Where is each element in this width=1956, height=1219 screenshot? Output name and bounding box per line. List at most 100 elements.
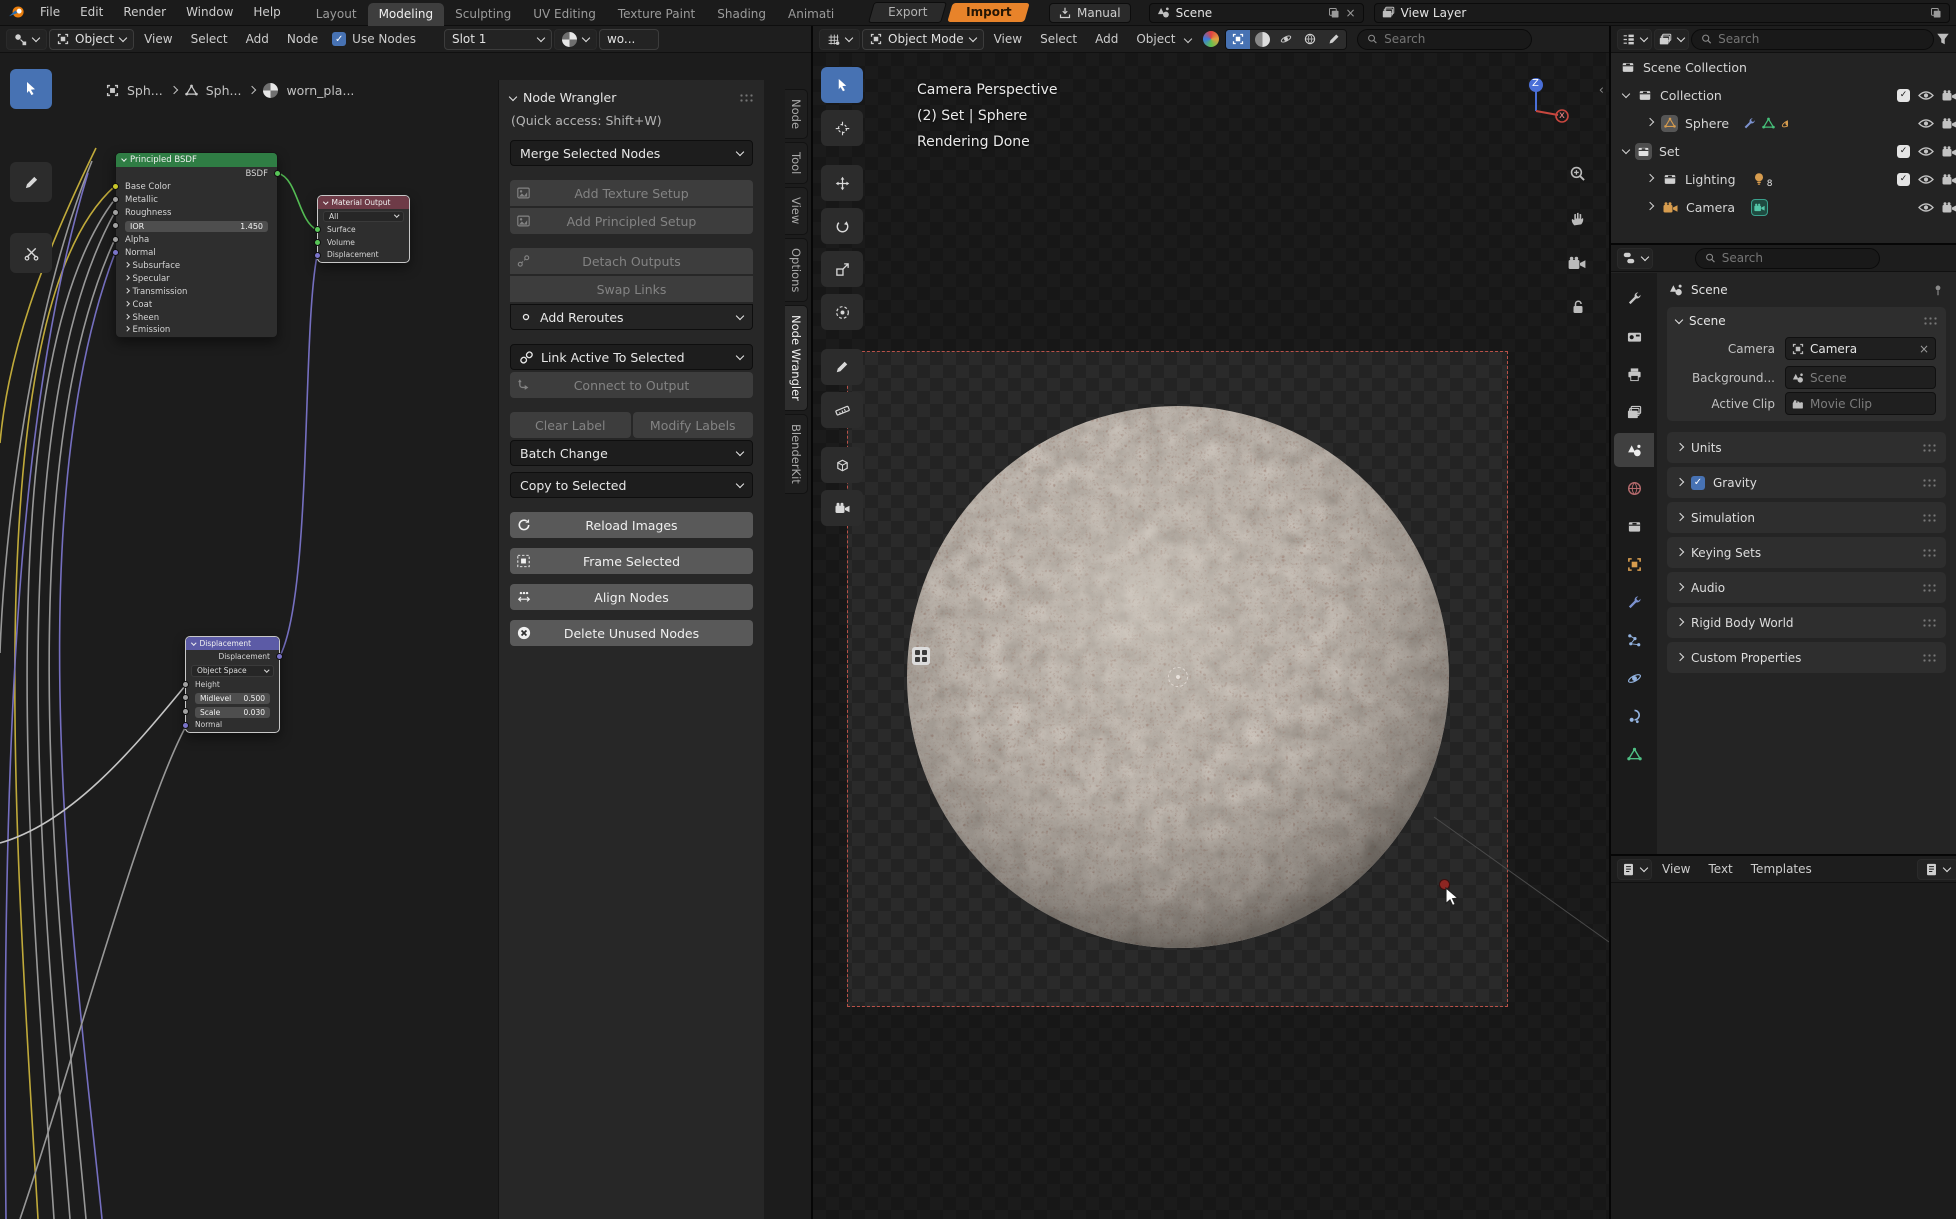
tab-scene[interactable] bbox=[1614, 433, 1654, 467]
panel-sheen[interactable]: Sheen bbox=[116, 311, 277, 324]
viewport-menu-select[interactable]: Select bbox=[1032, 32, 1085, 46]
workspace-tab-animation[interactable]: Animati bbox=[777, 3, 845, 26]
pan-hand-icon[interactable] bbox=[1569, 210, 1586, 227]
displacement-space-dropdown[interactable]: Object Space bbox=[191, 665, 274, 677]
link-active-to-selected-dropdown[interactable]: Link Active To Selected bbox=[510, 344, 753, 370]
editor-divider[interactable] bbox=[1611, 854, 1956, 856]
new-view-layer-icon[interactable] bbox=[1930, 7, 1942, 19]
swap-links-button[interactable]: Swap Links bbox=[510, 276, 753, 302]
merge-selected-nodes-dropdown[interactable]: Merge Selected Nodes bbox=[510, 140, 753, 166]
material-preview-icon[interactable] bbox=[1203, 31, 1219, 47]
panel-specular[interactable]: Specular bbox=[116, 272, 277, 285]
workspace-tab-shading[interactable]: Shading bbox=[706, 3, 777, 26]
socket-ior[interactable] bbox=[112, 222, 119, 229]
tab-collection[interactable] bbox=[1614, 509, 1654, 543]
slot-dropdown[interactable]: Slot 1 bbox=[444, 29, 552, 50]
editor-divider[interactable] bbox=[1609, 26, 1611, 1219]
add-cube-tool[interactable] bbox=[821, 447, 863, 483]
panel-keying-sets[interactable]: Keying Sets bbox=[1667, 537, 1946, 568]
shader-menu-add[interactable]: Add bbox=[238, 32, 277, 46]
exclude-checkbox[interactable]: ✓ bbox=[1897, 89, 1910, 102]
workspace-tab-modeling[interactable]: Modeling bbox=[368, 3, 445, 26]
editor-type-button[interactable] bbox=[1617, 859, 1652, 880]
links-cut-tool[interactable] bbox=[10, 233, 52, 273]
render-region-icon[interactable] bbox=[912, 647, 930, 665]
material-name-field[interactable]: wo... bbox=[599, 29, 659, 50]
socket-midlevel[interactable] bbox=[182, 694, 189, 701]
breadcrumb-mesh[interactable]: Sph... bbox=[206, 83, 242, 98]
tab-view[interactable]: View bbox=[785, 187, 808, 234]
shading-texpaint-button[interactable] bbox=[1322, 30, 1346, 49]
shading-solid-button[interactable] bbox=[1250, 30, 1274, 49]
geometry-nodes-icon[interactable] bbox=[1762, 117, 1775, 130]
editor-type-button[interactable] bbox=[1617, 248, 1653, 269]
expand-icon[interactable] bbox=[1622, 90, 1630, 98]
socket-scale[interactable] bbox=[182, 708, 189, 715]
render-toggle-icon[interactable] bbox=[1942, 202, 1956, 213]
detach-outputs-button[interactable]: Detach Outputs bbox=[510, 248, 753, 274]
use-nodes-toggle[interactable]: ✓ Use Nodes bbox=[332, 32, 416, 46]
camera-view-tool[interactable] bbox=[821, 490, 863, 526]
delete-unused-nodes-button[interactable]: Delete Unused Nodes bbox=[510, 620, 753, 646]
shader-menu-view[interactable]: View bbox=[136, 32, 180, 46]
workspace-tab-sculpting[interactable]: Sculpting bbox=[444, 3, 522, 26]
row-lighting[interactable]: Lighting 8 ✓ bbox=[1611, 165, 1956, 193]
annotate-tool[interactable] bbox=[821, 349, 863, 385]
row-camera[interactable]: Camera bbox=[1611, 193, 1956, 221]
tab-tool[interactable] bbox=[1614, 281, 1654, 315]
active-clip-field[interactable]: Movie Clip bbox=[1785, 392, 1936, 415]
exclude-checkbox[interactable]: ✓ bbox=[1897, 145, 1910, 158]
menu-edit[interactable]: Edit bbox=[70, 0, 113, 25]
socket-base-color[interactable] bbox=[112, 183, 119, 190]
properties-search-input[interactable] bbox=[1722, 251, 1870, 265]
panel-rigid-body-world[interactable]: Rigid Body World bbox=[1667, 607, 1946, 638]
gravity-checkbox[interactable]: ✓ bbox=[1691, 476, 1705, 490]
breadcrumb-object[interactable]: Sph... bbox=[127, 83, 163, 98]
workspace-tab-uv-editing[interactable]: UV Editing bbox=[522, 3, 607, 26]
expand-icon[interactable] bbox=[1622, 146, 1630, 154]
tab-blenderkit[interactable]: BlenderKit bbox=[785, 414, 808, 494]
editor-type-button[interactable] bbox=[6, 29, 47, 50]
connect-to-output-button[interactable]: Connect to Output bbox=[510, 372, 753, 398]
mode-dropdown[interactable]: Object Mode bbox=[862, 29, 984, 50]
panel-custom-properties[interactable]: Custom Properties bbox=[1667, 642, 1946, 673]
outliner-search[interactable] bbox=[1691, 29, 1934, 50]
row-scene-collection[interactable]: Scene Collection bbox=[1611, 53, 1956, 81]
viewport-canvas[interactable]: Camera Perspective (2) Set | Sphere Rend… bbox=[813, 53, 1610, 1219]
new-scene-icon[interactable] bbox=[1328, 7, 1340, 19]
panel-grip[interactable] bbox=[739, 93, 753, 102]
collapse-icon[interactable] bbox=[191, 640, 196, 645]
editor-type-button[interactable] bbox=[1617, 29, 1652, 50]
text-menu-templates[interactable]: Templates bbox=[1743, 862, 1820, 876]
panel-emission[interactable]: Emission bbox=[116, 324, 277, 337]
render-toggle-icon[interactable] bbox=[1942, 174, 1956, 185]
editor-divider[interactable] bbox=[1611, 243, 1956, 245]
tab-modifiers[interactable] bbox=[1614, 585, 1654, 619]
row-set[interactable]: Set ✓ bbox=[1611, 137, 1956, 165]
new-text-button[interactable] bbox=[1917, 859, 1956, 880]
row-collection[interactable]: Collection ✓ bbox=[1611, 81, 1956, 109]
expand-icon[interactable] bbox=[1646, 174, 1654, 182]
tab-object[interactable] bbox=[1614, 547, 1654, 581]
collapse-icon[interactable] bbox=[323, 199, 328, 204]
hide-eye-icon[interactable] bbox=[1918, 90, 1934, 101]
node-wrangler-header[interactable]: Node Wrangler bbox=[510, 90, 753, 105]
panel-subsurface[interactable]: Subsurface bbox=[116, 259, 277, 272]
properties-search[interactable] bbox=[1695, 248, 1880, 269]
workspace-tab-layout[interactable]: Layout bbox=[305, 3, 368, 26]
shader-type-dropdown[interactable]: Object bbox=[49, 29, 134, 50]
display-mode-button[interactable] bbox=[1654, 29, 1689, 50]
view-layer-selector[interactable]: View Layer bbox=[1374, 3, 1950, 23]
scene-unlink-icon[interactable]: × bbox=[1346, 6, 1356, 20]
menu-help[interactable]: Help bbox=[243, 0, 290, 25]
select-box-tool[interactable] bbox=[10, 69, 52, 109]
socket-volume[interactable] bbox=[314, 239, 321, 246]
clear-label-button[interactable]: Clear Label bbox=[510, 412, 631, 438]
modify-labels-button[interactable]: Modify Labels bbox=[633, 412, 754, 438]
sidebar-collapse-arrow[interactable]: ‹ bbox=[1599, 83, 1604, 98]
editor-divider[interactable] bbox=[811, 26, 813, 1219]
row-sphere[interactable]: Sphere bbox=[1611, 109, 1956, 137]
menu-file[interactable]: File bbox=[30, 0, 70, 25]
use-nodes-checkbox[interactable]: ✓ bbox=[332, 32, 346, 46]
workspace-tab-texture-paint[interactable]: Texture Paint bbox=[607, 3, 706, 26]
